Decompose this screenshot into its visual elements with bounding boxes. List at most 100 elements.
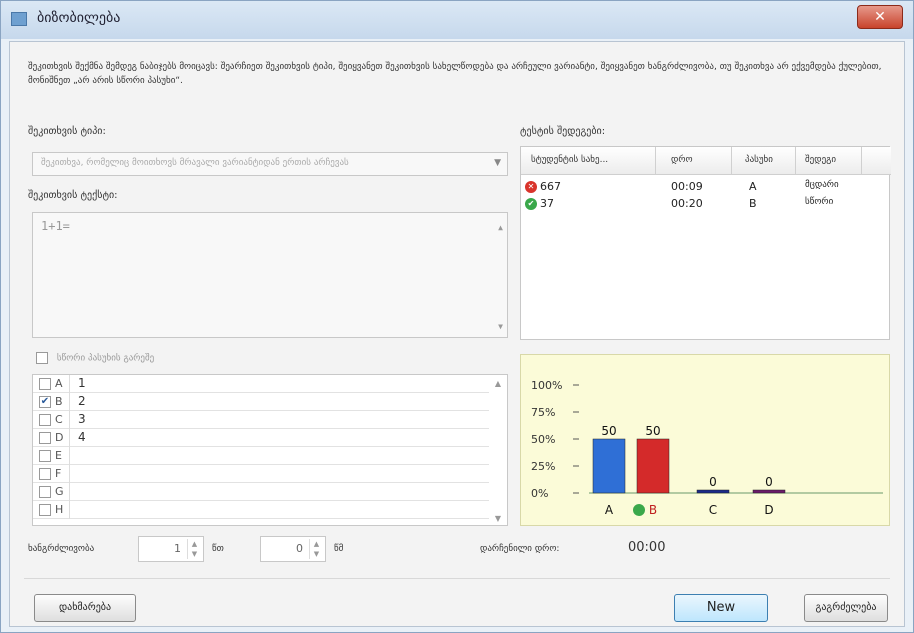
no-correct-answer-checkbox[interactable]: სწორი პასუხის გარეშე [36, 352, 154, 364]
y-tick-label: 25% [531, 460, 555, 473]
answer-row: G [33, 483, 489, 501]
chart-bar [592, 438, 626, 494]
answer-list: ▲ ▼ A 1 ✔ B 2 C 3 D 4 E F G H [32, 374, 508, 526]
answer-input[interactable]: 2 [69, 393, 489, 411]
error-circle-icon: ✕ [525, 181, 537, 193]
window-icon [11, 12, 27, 26]
answer-row: C3 [33, 411, 489, 429]
answer-row: F [33, 465, 489, 483]
cell-answer: A [749, 180, 757, 193]
answer-row: E [33, 447, 489, 465]
chevron-down-icon[interactable]: ▼ [494, 158, 501, 168]
check-circle-icon: ✔ [525, 198, 537, 210]
title-bar: ბიზობილება ✕ [1, 1, 913, 39]
answer-letter: F [55, 467, 62, 480]
cell-student: ✔ 37 [525, 197, 554, 210]
answer-letter: A [55, 377, 63, 390]
column-divider [731, 147, 732, 175]
table-row[interactable]: ✕ 667 00:09 Aმცდარი [521, 179, 891, 195]
x-tick-label: A [605, 503, 614, 517]
column-divider [655, 147, 656, 175]
cell-time: 00:09 [671, 180, 703, 193]
y-tick-label: 75% [531, 406, 555, 419]
answer-checkbox[interactable]: ✔ [39, 396, 51, 408]
answer-checkbox[interactable] [39, 432, 51, 444]
answer-letter: E [55, 449, 62, 462]
minutes-spinner[interactable]: 1 ▲ ▼ [138, 536, 204, 562]
chart-bar [636, 438, 670, 494]
checkbox-icon[interactable] [36, 352, 48, 364]
close-window-button[interactable]: ✕ [857, 5, 903, 29]
answer-row: ✔ B 2 [33, 393, 489, 411]
chart-bar [752, 489, 786, 494]
y-tick-label: 0% [531, 487, 548, 500]
answer-input[interactable] [69, 501, 489, 519]
answer-letter: D [55, 431, 64, 444]
cell-time: 00:20 [671, 197, 703, 210]
question-text-label: შეკითხვის ტექსტი: [28, 190, 118, 201]
cell-result: სწორი [805, 197, 834, 207]
spinner-arrows-icon[interactable]: ▲ ▼ [187, 539, 201, 559]
question-type-label: შეკითხვის ტიპი: [28, 126, 106, 137]
question-type-select[interactable]: შეკითხვა, რომელიც მოითხოვს მრავალი ვარია… [32, 152, 508, 176]
bar-value-label: 0 [765, 475, 773, 489]
quiz-window: ბიზობილება ✕ შეკითხვის შექმნა შემდეგ ნაბ… [0, 0, 914, 633]
bar-value-label: 0 [709, 475, 717, 489]
table-row[interactable]: ✔ 37 00:20 Bსწორი [521, 196, 891, 212]
new-button[interactable]: New [674, 594, 768, 622]
answer-checkbox[interactable] [39, 414, 51, 426]
column-header-answer[interactable]: პასუხი [745, 155, 773, 165]
seconds-spinner[interactable]: 0 ▲ ▼ [260, 536, 326, 562]
answer-chart: 0% 25% 50% 75% 100% 50 A 50 B 0 C 0 D [520, 354, 890, 526]
bar-value-label: 50 [645, 424, 660, 438]
column-header-time[interactable]: დრო [671, 155, 693, 165]
answer-checkbox[interactable] [39, 486, 51, 498]
x-tick-label: B [649, 503, 657, 517]
chart-bar [696, 489, 730, 494]
answer-input[interactable] [69, 483, 489, 501]
dialog-content: შეკითხვის შექმნა შემდეგ ნაბიჯებს მოიცავს… [9, 41, 905, 627]
window-title: ბიზობილება [37, 10, 121, 26]
column-header-student[interactable]: სტუდენტის სახე... [531, 155, 608, 165]
help-button[interactable]: დახმარება [34, 594, 136, 622]
results-table: სტუდენტის სახე... დრო პასუხი შედეგი ✕ 667… [520, 146, 891, 340]
answer-input[interactable] [69, 447, 489, 465]
scroll-up-icon[interactable]: ▲ [495, 379, 501, 388]
answer-letter: C [55, 413, 63, 426]
answer-input[interactable] [69, 465, 489, 483]
column-divider [861, 147, 862, 175]
question-text-area[interactable]: 1+1= ▲ ▼ [32, 212, 508, 338]
continue-button[interactable]: გაგრძელება [804, 594, 888, 622]
answer-row: A1 [33, 375, 489, 393]
answer-checkbox[interactable] [39, 450, 51, 462]
scroll-down-icon[interactable]: ▼ [498, 322, 503, 331]
answer-letter: H [55, 503, 64, 516]
scroll-up-icon[interactable]: ▲ [498, 223, 503, 232]
answer-row: D4 [33, 429, 489, 447]
y-tick-label: 50% [531, 433, 555, 446]
minutes-value: 1 [174, 542, 181, 555]
answer-letter: B [55, 395, 63, 408]
question-text-value: 1+1= [41, 219, 70, 233]
answer-chart-svg: 0% 25% 50% 75% 100% 50 A 50 B 0 C 0 D [531, 379, 883, 517]
seconds-unit: წმ [334, 544, 344, 554]
answer-input[interactable]: 4 [69, 429, 489, 447]
divider [24, 578, 890, 579]
question-type-value: შეკითხვა, რომელიც მოითხოვს მრავალი ვარია… [41, 158, 349, 168]
answer-row: H [33, 501, 489, 519]
cell-answer: B [749, 197, 757, 210]
duration-label: ხანგრძლივობა [28, 544, 95, 554]
instructions-text: შეკითხვის შექმნა შემდეგ ნაბიჯებს მოიცავს… [28, 62, 882, 86]
scroll-down-icon[interactable]: ▼ [495, 514, 501, 523]
answer-checkbox[interactable] [39, 468, 51, 480]
answer-input[interactable]: 1 [69, 375, 489, 393]
minutes-unit: წთ [212, 544, 224, 554]
cell-result: მცდარი [805, 180, 839, 190]
column-header-result[interactable]: შედეგი [805, 155, 836, 165]
answer-checkbox[interactable] [39, 504, 51, 516]
answer-input[interactable]: 3 [69, 411, 489, 429]
y-tick-label: 100% [531, 379, 562, 392]
answer-checkbox[interactable] [39, 378, 51, 390]
spinner-arrows-icon[interactable]: ▲ ▼ [309, 539, 323, 559]
bar-value-label: 50 [601, 424, 616, 438]
